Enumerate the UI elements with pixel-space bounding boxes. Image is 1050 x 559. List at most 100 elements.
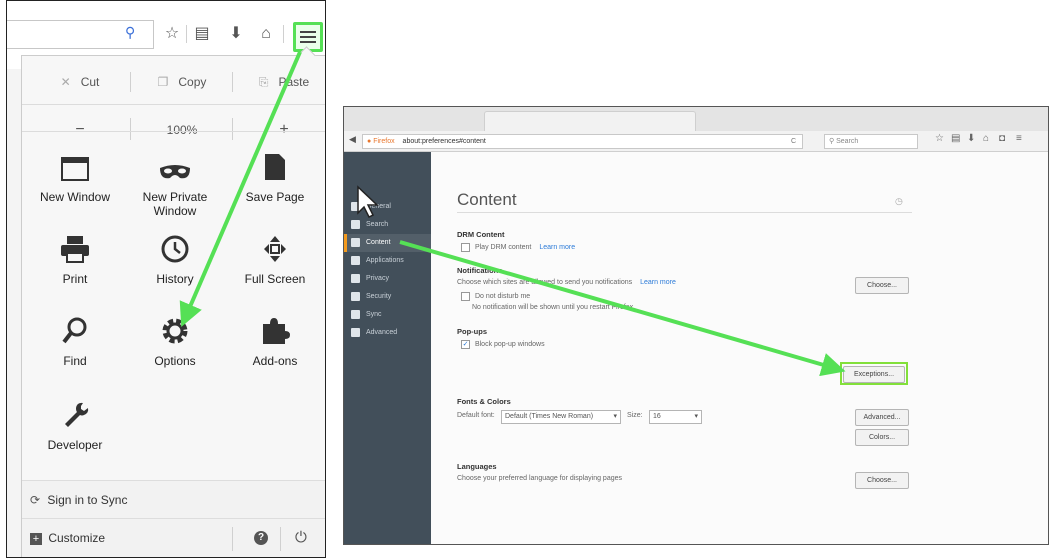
new-private-window-button[interactable]: New Private Window	[125, 142, 225, 218]
dropdown-arrow-icon: ▾	[613, 413, 617, 420]
options-button[interactable]: Options	[125, 306, 225, 368]
sidebar-item-applications[interactable]: Applications	[344, 252, 431, 270]
notifications-choose-button[interactable]: Choose...	[855, 277, 909, 294]
drm-learn-more-link[interactable]: Learn more	[539, 244, 575, 251]
search-icon	[351, 220, 360, 229]
history-button[interactable]: History	[125, 224, 225, 286]
sync-icon: ⟳	[30, 493, 41, 507]
sidebar-item-sync[interactable]: Sync	[344, 306, 431, 324]
help-icon[interactable]: ◷	[895, 196, 903, 207]
wrench-icon	[25, 390, 125, 430]
reading-list-icon[interactable]: ▤	[951, 133, 960, 144]
clock-icon	[125, 224, 225, 264]
edit-separator	[130, 72, 131, 92]
sidebar-item-security[interactable]: Security	[344, 288, 431, 306]
popups-heading: Pop-ups	[457, 327, 487, 336]
edit-separator	[232, 72, 233, 92]
block-popups-checkbox[interactable]: ✓	[461, 340, 470, 349]
power-icon[interactable]: ⏻	[295, 519, 307, 557]
notifications-desc: Choose which sites are allowed to send y…	[457, 279, 633, 286]
dropdown-arrow-icon: ▾	[694, 413, 698, 420]
dnd-row: Do not disturb me	[461, 292, 530, 301]
toolbar-separator	[186, 25, 187, 43]
sign-in-sync-row[interactable]: ⟳ Sign in to Sync	[22, 480, 325, 519]
font-size-select[interactable]: 16 ▾	[649, 410, 702, 424]
divider	[22, 131, 325, 132]
fullscreen-icon	[225, 224, 325, 264]
zoom-controls-row: − 100% +	[22, 94, 325, 140]
reload-icon[interactable]: C	[791, 135, 796, 148]
mask-icon	[351, 274, 360, 283]
tab-strip	[344, 107, 1048, 132]
notifications-desc-row: Choose which sites are allowed to send y…	[457, 279, 676, 286]
search-box[interactable]: ⚲ Search	[824, 134, 918, 149]
fonts-colors-heading: Fonts & Colors	[457, 397, 511, 406]
sidebar-item-advanced[interactable]: Advanced	[344, 324, 431, 342]
hamburger-menu-icon[interactable]: ≡	[1016, 133, 1022, 144]
sidebar-item-privacy[interactable]: Privacy	[344, 270, 431, 288]
scissors-icon: ✕	[60, 75, 71, 89]
default-font-select[interactable]: Default (Times New Roman) ▾	[501, 410, 621, 424]
drm-option-row: Play DRM content Learn more	[461, 243, 575, 252]
tile-label: New Private Window	[142, 190, 208, 218]
bookmark-star-icon[interactable]: ☆	[161, 23, 183, 45]
print-button[interactable]: Print	[25, 224, 125, 286]
tile-label: Add-ons	[252, 354, 298, 368]
menu-panel: ✕ Cut ❐ Copy ⎘ Paste − 100% + New Window…	[21, 55, 325, 557]
url-bar[interactable]: ⚲	[7, 20, 154, 49]
gear-icon	[125, 306, 225, 346]
applications-icon	[351, 256, 360, 265]
drm-option-label: Play DRM content	[474, 244, 532, 252]
download-arrow-icon[interactable]: ⬇	[225, 23, 247, 45]
page-title: Content	[457, 190, 517, 209]
find-button[interactable]: Find	[25, 306, 125, 368]
search-icon[interactable]: ⚲	[125, 24, 135, 41]
content-preferences-pane: Content ◷ DRM Content Play DRM content L…	[431, 152, 1048, 544]
default-font-label: Default font:	[457, 412, 495, 419]
font-size-label: Size:	[627, 412, 643, 419]
languages-choose-button[interactable]: Choose...	[855, 472, 909, 489]
sync-icon	[351, 310, 360, 319]
help-icon[interactable]: ?	[254, 531, 268, 545]
fonts-advanced-button[interactable]: Advanced...	[855, 409, 909, 426]
block-popups-row: ✓ Block pop-up windows	[461, 340, 545, 349]
tile-label: History	[156, 272, 194, 286]
bookmark-star-icon[interactable]: ☆	[935, 133, 944, 144]
drm-checkbox[interactable]	[461, 243, 470, 252]
printer-icon	[25, 224, 125, 264]
active-tab[interactable]	[484, 111, 696, 132]
lock-icon	[351, 292, 360, 301]
magnifier-icon	[25, 306, 125, 346]
save-page-icon	[225, 142, 325, 182]
pocket-icon[interactable]: ◘	[999, 133, 1005, 144]
back-arrow-icon[interactable]: ◀	[349, 134, 356, 145]
wizard-icon	[351, 328, 360, 337]
full-screen-button[interactable]: Full Screen	[225, 224, 325, 286]
tile-label: Options	[154, 354, 196, 368]
dnd-label: Do not disturb me	[474, 293, 531, 301]
sidebar-item-content[interactable]: Content	[344, 234, 431, 252]
url-text: about:preferences#content	[402, 138, 486, 145]
zoom-separator	[130, 118, 131, 140]
identity-label: Firefox	[373, 138, 395, 145]
copy-icon: ❐	[157, 75, 169, 89]
tile-label: Full Screen	[244, 272, 306, 286]
save-page-button[interactable]: Save Page	[225, 142, 325, 204]
url-bar[interactable]: ● Firefox about:preferences#content C	[362, 134, 803, 149]
download-arrow-icon[interactable]: ⬇	[967, 133, 975, 144]
home-icon[interactable]: ⌂	[983, 133, 989, 144]
tile-label: Save Page	[245, 190, 305, 204]
firefox-menu-screenshot: ⚲ ☆ ▤ ⬇ ⌂ ✕ Cut ❐ Copy ⎘ Paste − 100% + …	[6, 0, 326, 558]
add-ons-button[interactable]: Add-ons	[225, 306, 325, 368]
developer-button[interactable]: Developer	[25, 390, 125, 452]
reading-list-icon[interactable]: ▤	[191, 23, 213, 45]
customize-row: + Customize ? ⏻	[22, 518, 325, 557]
zoom-separator	[232, 118, 233, 140]
mouse-cursor-icon	[357, 185, 379, 219]
home-icon[interactable]: ⌂	[255, 23, 277, 45]
dnd-checkbox[interactable]	[461, 292, 470, 301]
notifications-learn-more-link[interactable]: Learn more	[640, 279, 676, 286]
customize-button[interactable]: + Customize	[30, 531, 105, 545]
new-window-button[interactable]: New Window	[25, 142, 125, 204]
colors-button[interactable]: Colors...	[855, 429, 909, 446]
